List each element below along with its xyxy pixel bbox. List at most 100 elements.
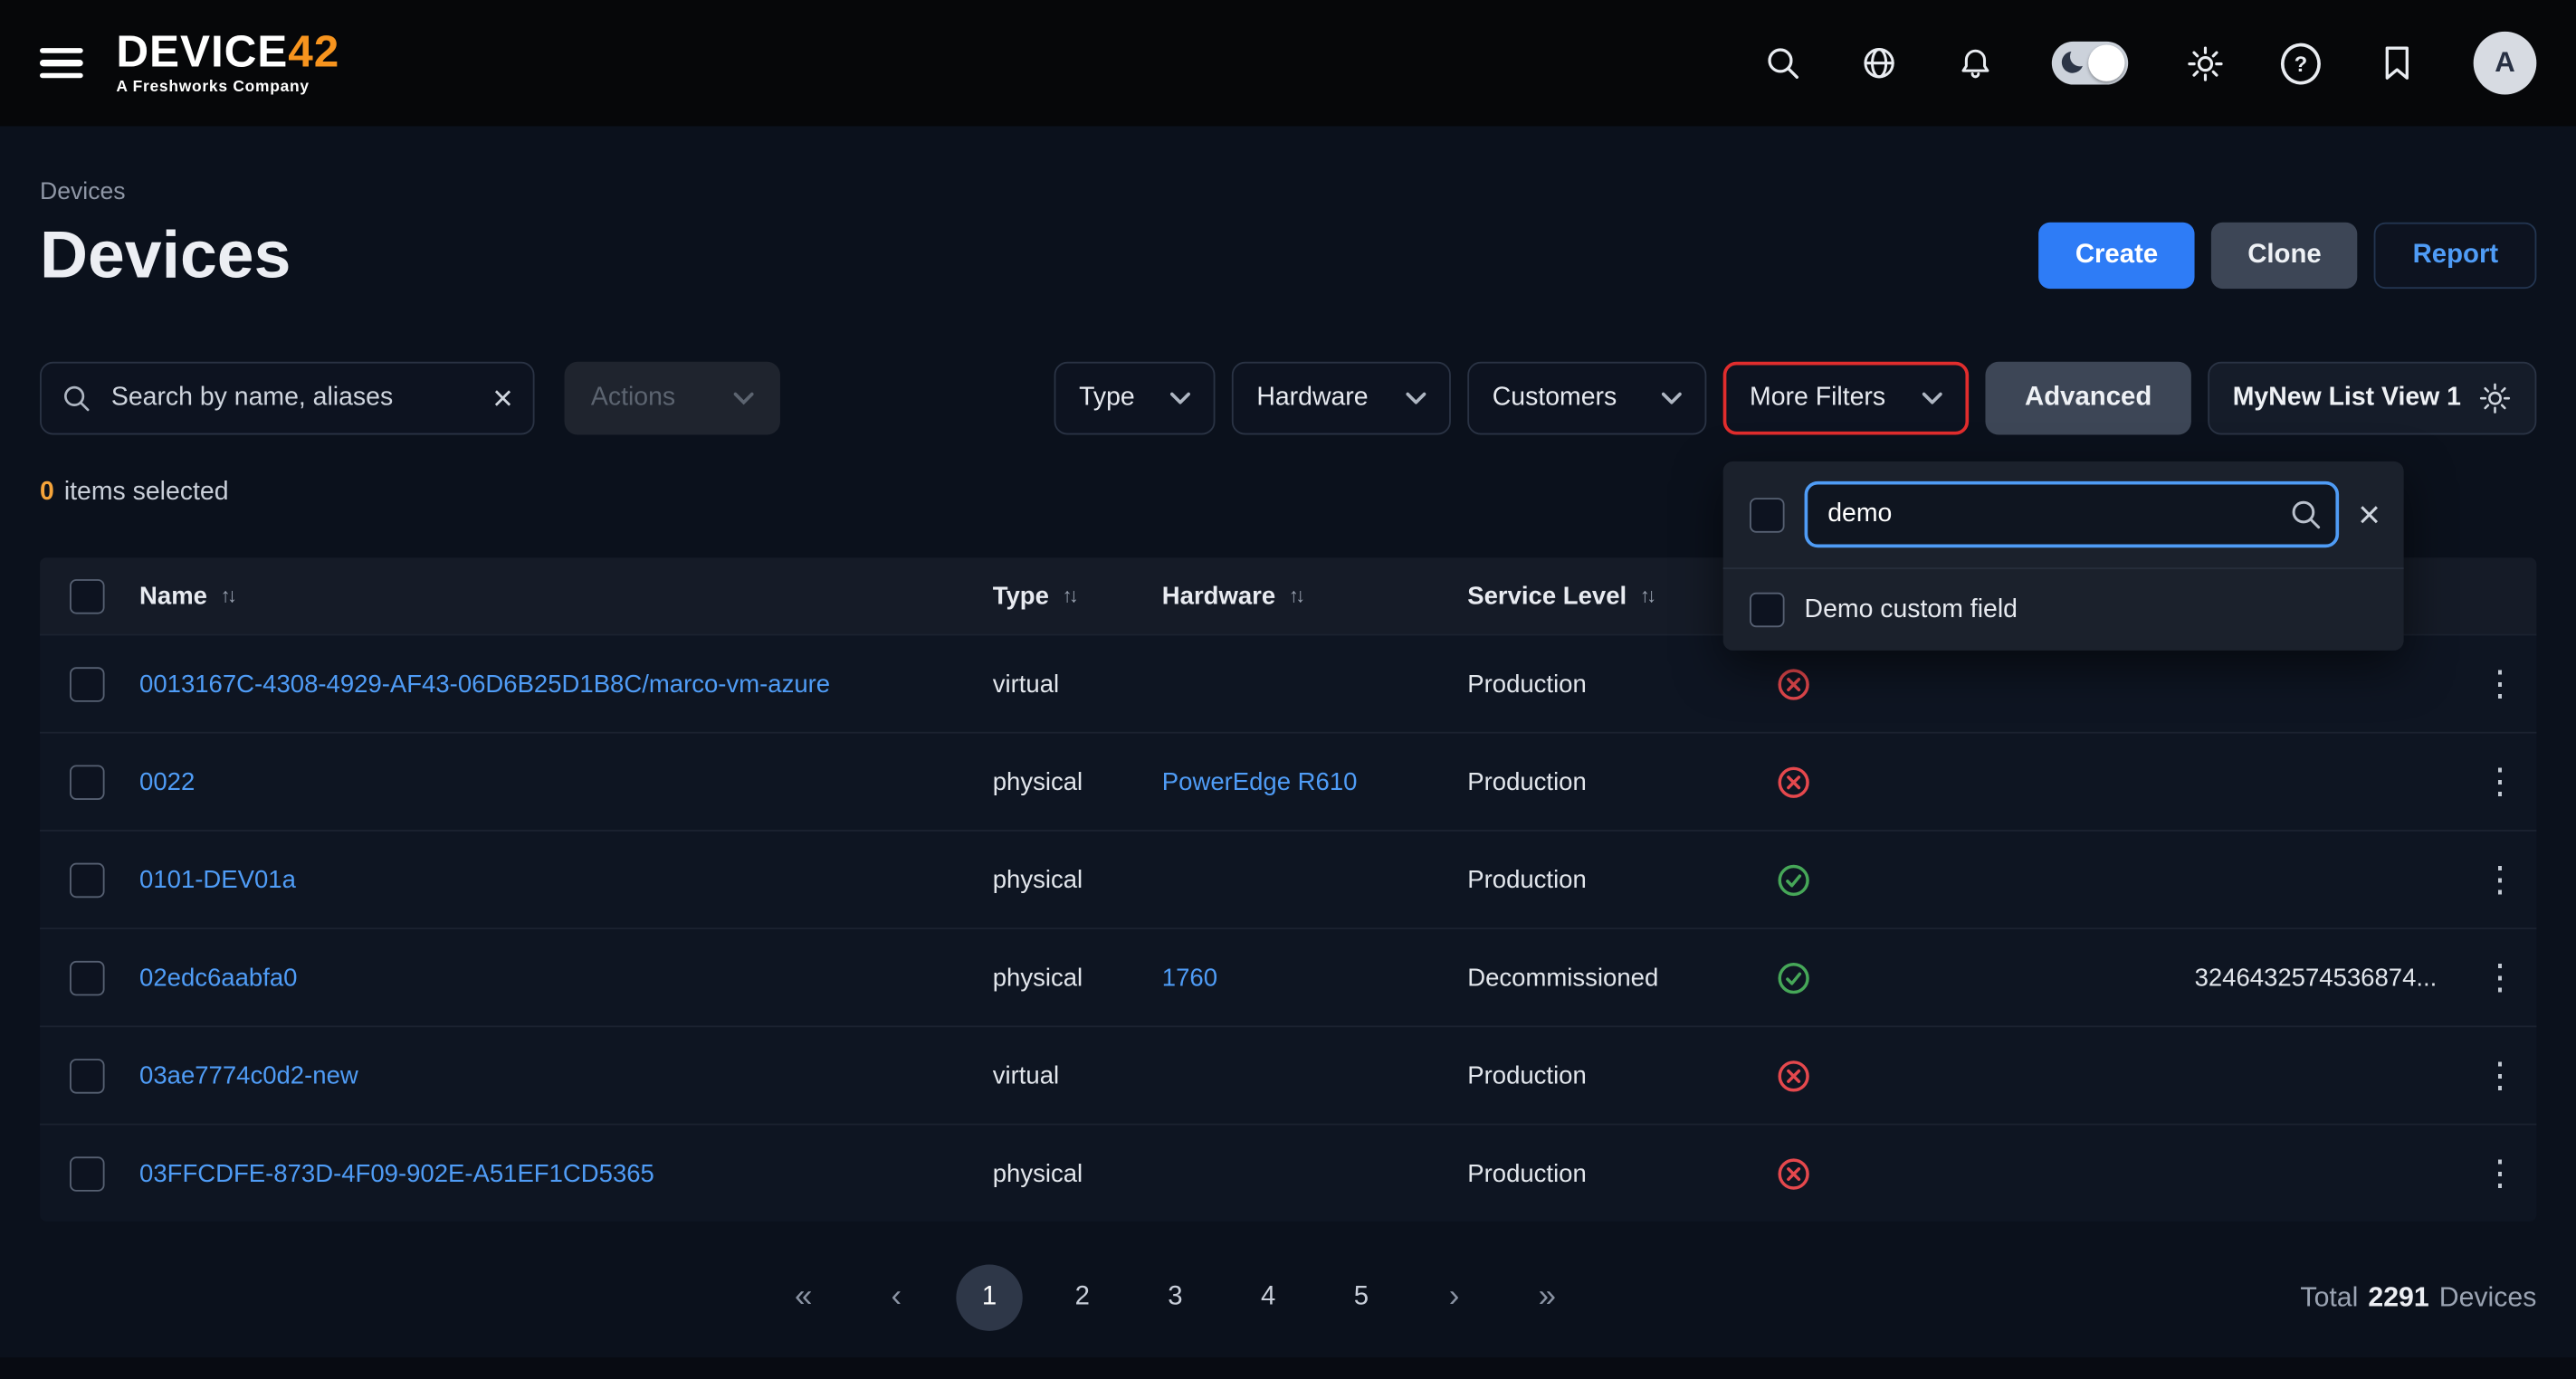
more-filters-dropdown[interactable]: More Filters	[1723, 362, 1969, 435]
device-type: virtual	[993, 670, 1162, 698]
page-button-3[interactable]: 3	[1142, 1265, 1208, 1331]
logo-number: 42	[288, 27, 339, 77]
sort-icon[interactable]: ↑↓	[221, 585, 234, 608]
customers-filter-dropdown[interactable]: Customers	[1467, 362, 1706, 435]
page-button-5[interactable]: 5	[1328, 1265, 1394, 1331]
dark-mode-toggle[interactable]	[2052, 42, 2128, 85]
table-row: 0022 physical PowerEdge R610 Production …	[40, 732, 2536, 830]
search-icon	[2288, 498, 2322, 531]
page-button-2[interactable]: 2	[1049, 1265, 1115, 1331]
device-name-link[interactable]: 03ae7774c0d2-new	[139, 1061, 993, 1089]
row-checkbox[interactable]	[70, 765, 105, 800]
total-devices-count: Total2291Devices	[2300, 1265, 2536, 1331]
page-title: Devices	[40, 215, 291, 295]
status-icon	[1743, 960, 1843, 995]
serial-number: 3246432574536874...	[1843, 964, 2464, 992]
status-icon	[1743, 666, 1843, 701]
popup-select-all-checkbox[interactable]	[1750, 497, 1785, 532]
row-menu-kebab-icon[interactable]: ⋮	[2464, 765, 2537, 800]
device-type: physical	[993, 767, 1162, 795]
table-row: 03FFCDFE-873D-4F09-902E-A51EF1CD5365 phy…	[40, 1124, 2536, 1222]
status-icon	[1743, 1058, 1843, 1093]
report-button[interactable]: Report	[2374, 223, 2536, 289]
user-avatar[interactable]: A	[2474, 32, 2537, 95]
row-menu-kebab-icon[interactable]: ⋮	[2464, 960, 2537, 995]
popup-close-icon[interactable]: ×	[2358, 495, 2380, 533]
notifications-bell-icon[interactable]	[1955, 43, 1995, 83]
chevron-down-icon	[1170, 392, 1190, 405]
prev-page-button[interactable]: ‹	[863, 1265, 930, 1331]
toggle-knob	[2088, 45, 2124, 81]
sort-icon[interactable]: ↑↓	[1289, 585, 1302, 608]
hardware-link[interactable]: PowerEdge R610	[1162, 767, 1467, 795]
type-filter-dropdown[interactable]: Type	[1054, 362, 1216, 435]
device42-logo[interactable]: DEVICE42 A Freshworks Company	[116, 30, 339, 95]
logo-text: DEVICE	[116, 27, 288, 77]
advanced-button[interactable]: Advanced	[1985, 362, 2190, 435]
page-button-1[interactable]: 1	[956, 1265, 1022, 1331]
service-level: Production	[1467, 670, 1742, 698]
globe-icon[interactable]	[1859, 43, 1899, 83]
filter-search-input[interactable]	[1805, 481, 2339, 547]
search-icon[interactable]	[1763, 43, 1803, 83]
hardware-link[interactable]: 1760	[1162, 964, 1467, 992]
first-page-button[interactable]: «	[770, 1265, 836, 1331]
device-name-link[interactable]: 02edc6aabfa0	[139, 964, 993, 992]
column-header-type[interactable]: Type↑↓	[993, 582, 1162, 610]
clear-search-icon[interactable]: ×	[492, 381, 512, 416]
select-all-checkbox[interactable]	[70, 578, 105, 613]
selected-label: items selected	[64, 478, 229, 506]
status-icon	[1743, 765, 1843, 800]
device-name-link[interactable]: 0022	[139, 767, 993, 795]
actions-dropdown[interactable]: Actions	[565, 362, 780, 435]
check-circle-icon	[1775, 960, 1810, 995]
row-menu-kebab-icon[interactable]: ⋮	[2464, 1156, 2537, 1191]
selected-count: 0	[40, 478, 54, 506]
device-name-link[interactable]: 0101-DEV01a	[139, 865, 993, 893]
device-search-box[interactable]: ×	[40, 362, 535, 435]
table-row: 0101-DEV01a physical Production ⋮	[40, 830, 2536, 927]
check-circle-icon	[1775, 862, 1810, 898]
hamburger-menu-icon[interactable]	[40, 48, 83, 79]
row-menu-kebab-icon[interactable]: ⋮	[2464, 1058, 2537, 1093]
clone-button[interactable]: Clone	[2211, 223, 2358, 289]
row-menu-kebab-icon[interactable]: ⋮	[2464, 862, 2537, 898]
row-checkbox[interactable]	[70, 1058, 105, 1093]
column-header-hardware[interactable]: Hardware↑↓	[1162, 582, 1467, 610]
device-name-link[interactable]: 03FFCDFE-873D-4F09-902E-A51EF1CD5365	[139, 1159, 993, 1187]
pagination: « ‹ 1 2 3 4 5 › » Total2291Devices	[40, 1265, 2536, 1331]
logo-subtitle: A Freshworks Company	[116, 80, 339, 95]
sort-icon[interactable]: ↑↓	[1640, 585, 1654, 608]
status-icon	[1743, 1156, 1843, 1191]
page-button-4[interactable]: 4	[1235, 1265, 1301, 1331]
row-checkbox[interactable]	[70, 862, 105, 898]
bookmark-icon[interactable]	[2377, 43, 2417, 83]
column-header-service-level[interactable]: Service Level↑↓	[1467, 582, 1742, 610]
column-header-name[interactable]: Name↑↓	[139, 582, 993, 610]
row-checkbox[interactable]	[70, 960, 105, 995]
option-label: Demo custom field	[1805, 594, 2018, 624]
gear-icon	[2478, 382, 2512, 415]
row-checkbox[interactable]	[70, 1156, 105, 1191]
device-search-input[interactable]	[108, 382, 476, 415]
device-name-link[interactable]: 0013167C-4308-4929-AF43-06D6B25D1B8C/mar…	[139, 670, 993, 698]
error-circle-icon	[1775, 765, 1810, 800]
device-type: physical	[993, 865, 1162, 893]
next-page-button[interactable]: ›	[1421, 1265, 1487, 1331]
row-checkbox[interactable]	[70, 666, 105, 701]
error-circle-icon	[1775, 666, 1810, 701]
sort-icon[interactable]: ↑↓	[1063, 585, 1076, 608]
option-checkbox[interactable]	[1750, 593, 1785, 628]
settings-gear-icon[interactable]	[2185, 43, 2225, 83]
breadcrumb[interactable]: Devices	[40, 179, 2536, 205]
more-filters-popup: × Demo custom field	[1723, 461, 2404, 651]
error-circle-icon	[1775, 1058, 1810, 1093]
filter-option-demo-custom-field[interactable]: Demo custom field	[1723, 567, 2404, 651]
hardware-filter-dropdown[interactable]: Hardware	[1232, 362, 1451, 435]
list-view-button[interactable]: MyNew List View 1	[2208, 362, 2536, 435]
help-icon[interactable]: ?	[2281, 43, 2321, 83]
device-type: physical	[993, 964, 1162, 992]
row-menu-kebab-icon[interactable]: ⋮	[2464, 666, 2537, 701]
create-button[interactable]: Create	[2038, 223, 2194, 289]
last-page-button[interactable]: »	[1514, 1265, 1580, 1331]
